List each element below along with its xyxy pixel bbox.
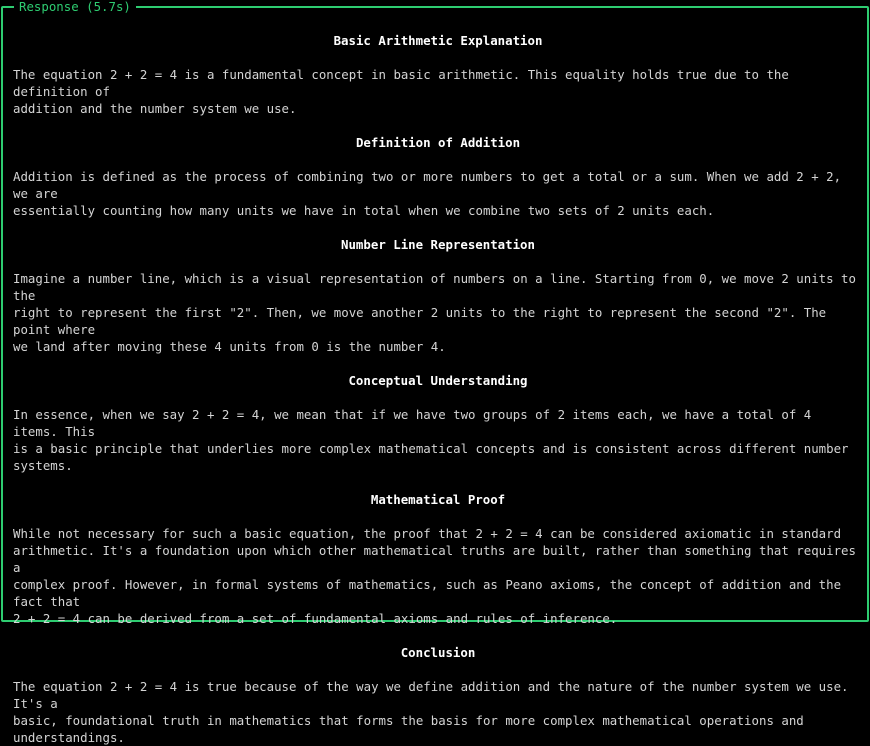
section-heading: Conceptual Understanding [348,373,528,388]
section-paragraph: Imagine a number line, which is a visual… [13,270,863,355]
paragraph-line: is a basic principle that underlies more… [13,441,849,473]
section-heading: Definition of Addition [355,135,521,150]
response-content: Basic Arithmetic Explanation The equatio… [13,32,863,746]
section-paragraph: The equation 2 + 2 = 4 is true because o… [13,678,863,746]
section-paragraph: Addition is defined as the process of co… [13,168,863,219]
response-panel: Response (5.7s) Basic Arithmetic Explana… [1,0,869,745]
section-paragraph: In essence, when we say 2 + 2 = 4, we me… [13,406,863,474]
section-paragraph: The equation 2 + 2 = 4 is a fundamental … [13,66,863,117]
section-heading: Basic Arithmetic Explanation [333,33,543,48]
section-heading: Number Line Representation [341,237,535,252]
paragraph-line: Imagine a number line, which is a visual… [13,271,856,303]
section-heading: Mathematical Proof [370,492,506,507]
paragraph-line: The equation 2 + 2 = 4 is true because o… [13,679,849,711]
paragraph-line: essentially counting how many units we h… [13,203,715,218]
response-panel-title: Response (5.7s) [14,0,136,15]
paragraph-line: basic, foundational truth in mathematics… [13,713,804,728]
paragraph-line: we land after moving these 4 units from … [13,339,446,354]
paragraph-line: addition and the number system we use. [13,101,297,116]
section-paragraph: While not necessary for such a basic equ… [13,525,863,627]
paragraph-line: 2 + 2 = 4 can be derived from a set of f… [13,611,618,626]
paragraph-line: complex proof. However, in formal system… [13,577,842,609]
paragraph-line: In essence, when we say 2 + 2 = 4, we me… [13,407,812,439]
paragraph-line: Addition is defined as the process of co… [13,169,842,201]
section-heading: Conclusion [400,645,476,660]
paragraph-line: arithmetic. It's a foundation upon which… [13,543,856,575]
paragraph-line: right to represent the first "2". Then, … [13,305,827,337]
paragraph-line: While not necessary for such a basic equ… [13,526,842,541]
paragraph-line: The equation 2 + 2 = 4 is a fundamental … [13,67,789,99]
paragraph-line: understandings. [13,730,125,745]
